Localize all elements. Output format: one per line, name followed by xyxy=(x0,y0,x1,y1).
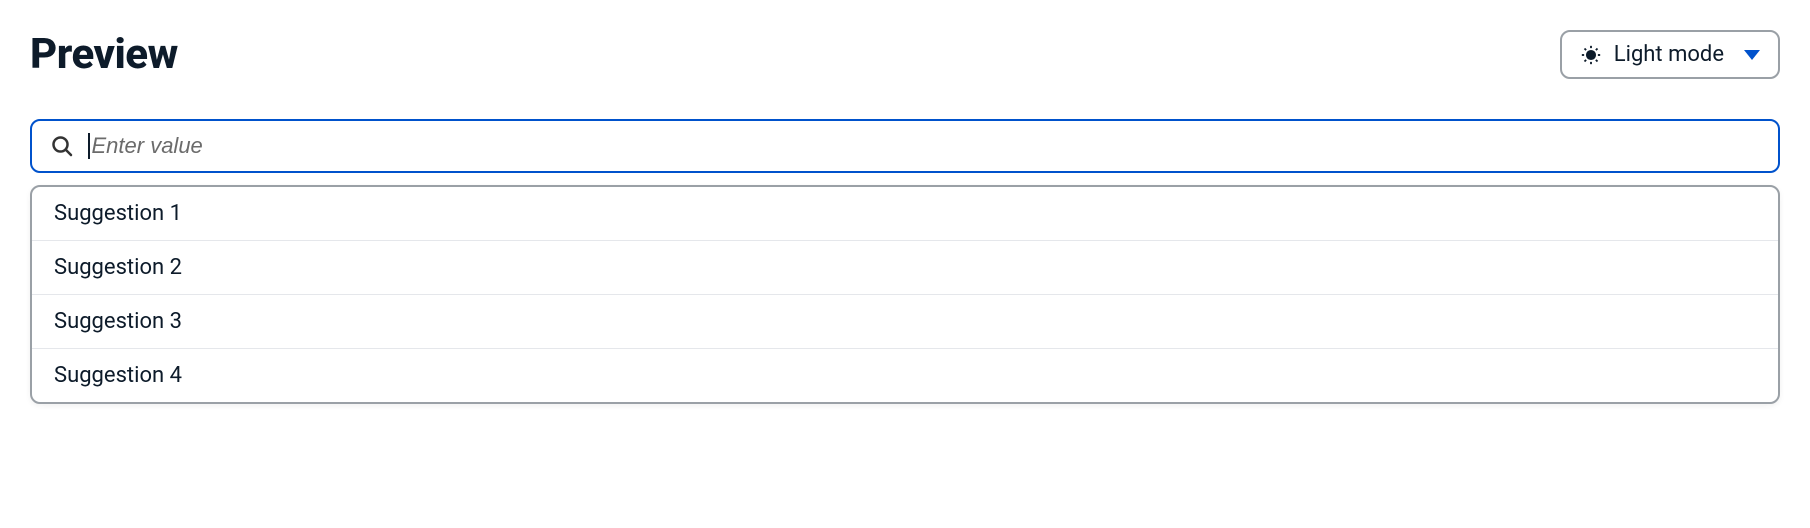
suggestion-item[interactable]: Suggestion 1 xyxy=(32,187,1778,240)
search-field-wrapper[interactable] xyxy=(30,119,1780,173)
page-title: Preview xyxy=(30,30,178,79)
suggestion-label: Suggestion 2 xyxy=(54,255,182,280)
suggestions-list: Suggestion 1 Suggestion 2 Suggestion 3 S… xyxy=(30,185,1780,404)
suggestion-label: Suggestion 4 xyxy=(54,363,182,388)
theme-mode-dropdown[interactable]: Light mode xyxy=(1560,30,1780,79)
suggestion-label: Suggestion 1 xyxy=(54,201,182,226)
suggestion-label: Suggestion 3 xyxy=(54,309,182,334)
sun-icon xyxy=(1580,44,1602,66)
suggestion-item[interactable]: Suggestion 3 xyxy=(32,294,1778,348)
chevron-down-icon xyxy=(1744,50,1760,60)
suggestion-item[interactable]: Suggestion 4 xyxy=(32,348,1778,402)
search-icon xyxy=(50,134,74,158)
text-cursor xyxy=(88,133,90,159)
header-row: Preview Light mode xyxy=(30,30,1780,79)
theme-mode-label: Light mode xyxy=(1614,42,1724,67)
search-input[interactable] xyxy=(92,133,1761,159)
suggestion-item[interactable]: Suggestion 2 xyxy=(32,240,1778,294)
